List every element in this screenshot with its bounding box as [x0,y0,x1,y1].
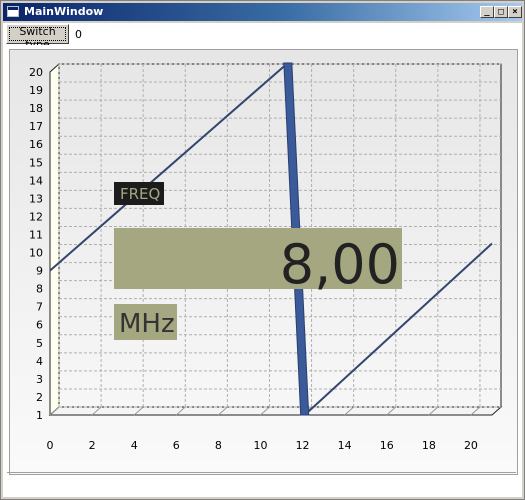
app-icon [7,6,19,17]
x-tick-label: 10 [253,439,267,452]
freq-label: FREQ [120,185,160,203]
y-tick-label: 10 [29,247,43,260]
y-tick-label: 6 [36,319,43,332]
y-tick-label: 13 [29,192,43,205]
y-tick-label: 20 [29,66,43,79]
x-tick-label: 2 [89,439,96,452]
x-tick-label: 8 [215,439,222,452]
y-tick-label: 2 [36,391,43,404]
toolbar: Switch type 0 [3,23,522,51]
y-tick-label: 17 [29,120,43,133]
y-tick-label: 1 [36,409,43,422]
left-wall [49,62,60,417]
switch-type-button[interactable]: Switch type [6,24,69,51]
close-icon[interactable]: × [508,6,522,18]
x-tick-label: 16 [380,439,394,452]
y-tick-label: 3 [36,373,43,386]
x-tick-label: 4 [131,439,138,452]
status-divider [7,472,516,473]
y-tick-label: 14 [29,174,43,187]
chart: 12345678910111213141516171819200 2 4 6 8 10 12… [29,62,503,452]
chart-panel: 1 2 3 4 5 6 7 8 9 10 11 12 13 14 15 16 17 18 19 20 0 2 4 6 8 10 12… [9,49,518,475]
maximize-icon[interactable]: □ [494,6,508,18]
counter-value: 0 [75,28,82,41]
window-title: MainWindow [24,5,104,18]
content-area: 1 2 3 4 5 6 7 8 9 10 11 12 13 14 15 16 17 18 19 20 0 2 4 6 8 10 12… [3,45,522,497]
x-tick-label: 18 [422,439,436,452]
y-tick-label: 11 [29,228,43,241]
y-tick-label: 4 [36,355,43,368]
unit-label: MHz [119,309,175,339]
y-tick-label: 19 [29,84,43,97]
y-tick-label: 12 [29,210,43,223]
main-window: MainWindow _ □ × Switch type 0 123456789… [0,0,525,500]
x-tick-label: 6 [173,439,180,452]
x-tick-label: 20 [464,439,478,452]
frequency-value: 8,00 [280,233,400,296]
x-tick-label: 14 [338,439,352,452]
y-tick-label: 7 [36,301,43,314]
y-tick-label: 16 [29,138,43,151]
y-tick-label: 8 [36,283,43,296]
x-tick-label: 12 [296,439,310,452]
y-tick-label: 9 [36,265,43,278]
y-tick-label: 18 [29,102,43,115]
y-tick-label: 15 [29,156,43,169]
x-tick-label: 0 [47,439,54,452]
y-tick-label: 5 [36,337,43,350]
minimize-icon[interactable]: _ [480,6,494,18]
title-bar[interactable]: MainWindow _ □ × [3,3,522,21]
